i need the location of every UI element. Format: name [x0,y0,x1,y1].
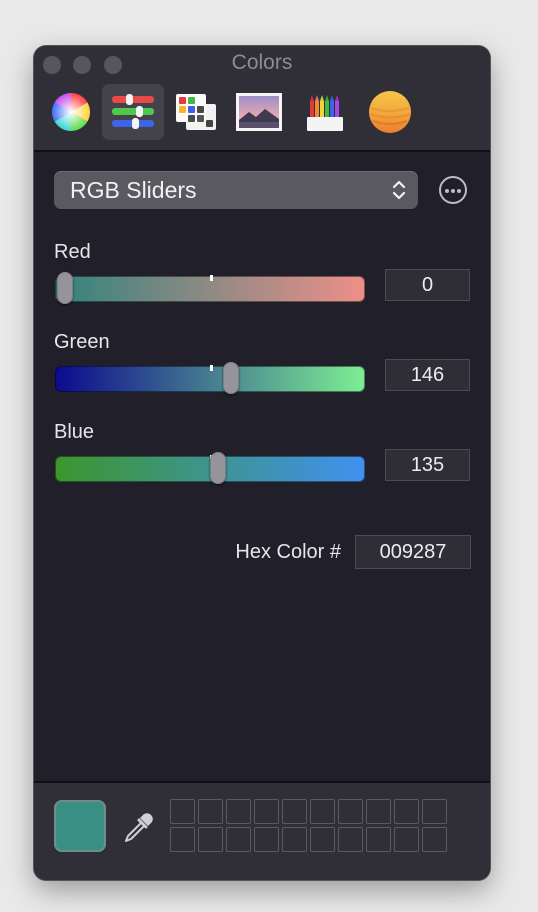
blue-label: Blue [54,421,95,443]
swatch-well[interactable] [170,799,195,824]
swatch-well[interactable] [366,827,391,852]
title-bar: Colors [34,46,490,150]
chevron-up-down-icon [392,180,406,200]
swatch-well[interactable] [338,799,363,824]
tab-color-wheel[interactable] [40,84,102,140]
pencils-icon [307,95,343,131]
green-slider-knob[interactable] [223,362,240,394]
swatch-well[interactable] [226,827,251,852]
tab-color-palettes[interactable] [165,84,227,140]
tab-color-sliders[interactable] [102,84,164,140]
swatch-well[interactable] [394,799,419,824]
hex-color-field[interactable]: 009287 [355,535,471,569]
current-color-swatch[interactable] [54,800,106,852]
swatch-well[interactable] [282,799,307,824]
red-slider-tick [210,275,213,281]
slider-mode-popup[interactable]: RGB Sliders [54,171,418,209]
swatch-well[interactable] [198,799,223,824]
eyedropper-icon[interactable] [122,811,156,845]
red-value-field[interactable]: 0 [385,269,470,301]
slider-mode-value: RGB Sliders [70,177,197,203]
tab-pencils[interactable] [294,84,356,140]
red-slider-track[interactable] [55,272,365,304]
color-swatch-wells [170,799,447,852]
swatch-well[interactable] [282,827,307,852]
bottom-bar [34,783,490,880]
more-options-button[interactable] [439,176,467,204]
blue-slider-knob[interactable] [210,452,227,484]
colors-window: Colors RGB Sliders Red 0 Green 146 Blue … [34,46,490,880]
swatch-well[interactable] [254,799,279,824]
swatch-well[interactable] [226,799,251,824]
color-wheel-icon [52,93,90,131]
swatch-well[interactable] [198,827,223,852]
swatch-well[interactable] [422,799,447,824]
toolbar-separator [34,150,490,152]
sphere-icon [369,91,411,133]
swatch-well[interactable] [422,827,447,852]
red-label: Red [54,241,91,263]
green-slider-track[interactable] [55,362,365,394]
swatch-well[interactable] [338,827,363,852]
blue-slider-track[interactable] [55,452,365,484]
swatch-well[interactable] [366,799,391,824]
swatch-well[interactable] [310,827,335,852]
tab-color-sphere[interactable] [359,84,421,140]
image-icon [236,93,282,131]
tab-image-palettes[interactable] [228,84,290,140]
green-slider-tick [210,365,213,371]
palette-icon [176,94,216,130]
blue-value-field[interactable]: 135 [385,449,470,481]
swatch-well[interactable] [310,799,335,824]
swatch-well[interactable] [254,827,279,852]
window-title: Colors [231,51,293,74]
sliders-icon [112,94,154,129]
green-value-field[interactable]: 146 [385,359,470,391]
red-slider-knob[interactable] [57,272,73,304]
swatch-well[interactable] [394,827,419,852]
swatch-well[interactable] [170,827,195,852]
hex-color-label: Hex Color # [235,541,341,563]
green-label: Green [54,331,110,353]
